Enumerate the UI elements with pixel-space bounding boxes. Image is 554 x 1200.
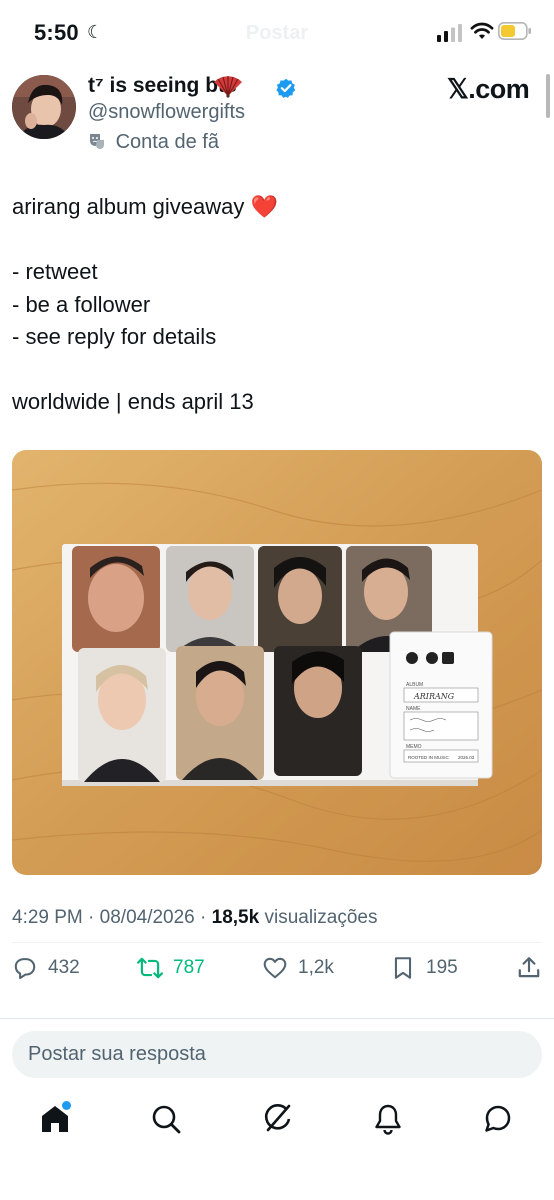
fan-emoji-icon [212,74,244,104]
meta-separator-dot: · [88,907,100,928]
views-label: visualizações [264,907,378,928]
album-label: ALBUM [406,682,423,688]
fan-badge-label: Conta de fã [115,131,219,153]
reply-bar-divider [0,1018,554,1019]
battery-icon [498,22,531,40]
bookmark-icon [394,957,412,979]
share-icon [518,957,540,978]
bookmark-button[interactable]: 195 [390,955,458,981]
album-photo-image: ALBUM ARIRANG NAME MEMO ROOTED IN MUSIC … [12,450,542,875]
tweet-photo[interactable]: ALBUM ARIRANG NAME MEMO ROOTED IN MUSIC … [12,450,542,875]
grok-icon[interactable] [260,1102,294,1136]
theater-mask-icon [90,134,104,149]
album-name: ARIRANG [413,692,455,701]
memo-label: MEMO [406,744,422,750]
new-posts-dot [62,1101,71,1110]
retweet-button[interactable]: 787 [137,955,205,981]
views-count: 18,5k [211,907,260,928]
reply-placeholder: Postar sua resposta [28,1043,206,1065]
retweet-icon [137,957,163,979]
like-button[interactable]: 1,2k [262,955,334,981]
heart-icon [263,957,287,979]
reply-button[interactable]: 432 [12,955,80,981]
fan-account-badge: Conta de fã [88,131,219,154]
messages-icon[interactable] [481,1102,515,1136]
user-handle[interactable]: @snowflowergifts [88,101,245,124]
memo-left: ROOTED IN MUSIC [408,755,450,760]
retweet-count: 787 [173,957,205,978]
name-label: NAME [406,706,421,712]
share-button[interactable] [516,955,552,981]
reply-count: 432 [48,957,80,978]
meta-separator-dot: · [200,907,212,928]
reply-icon [14,958,36,980]
status-bar: 5:50 ☾ Postar [0,0,554,64]
notifications-bell-icon[interactable] [371,1102,405,1136]
wifi-icon [470,22,494,39]
brand-logo: 𝕏.com [447,74,530,104]
search-icon[interactable] [149,1102,183,1136]
tweet-time[interactable]: 4:29 PM [12,907,83,928]
bookmark-count: 195 [426,957,458,978]
tweet-meta: 4:29 PM · 08/04/2026 · 18,5k visualizaçõ… [12,907,377,929]
memo-right: 2026.03 [458,755,475,760]
signal-icon [437,24,462,42]
divider [12,942,542,943]
verified-badge-icon [276,78,296,98]
scrollbar[interactable] [546,74,550,118]
avatar[interactable] [12,75,76,139]
tweet-text: arirang album giveaway ❤️ - retweet - be… [12,194,278,414]
like-count: 1,2k [298,957,334,978]
tweet-date[interactable]: 08/04/2026 [100,907,195,928]
